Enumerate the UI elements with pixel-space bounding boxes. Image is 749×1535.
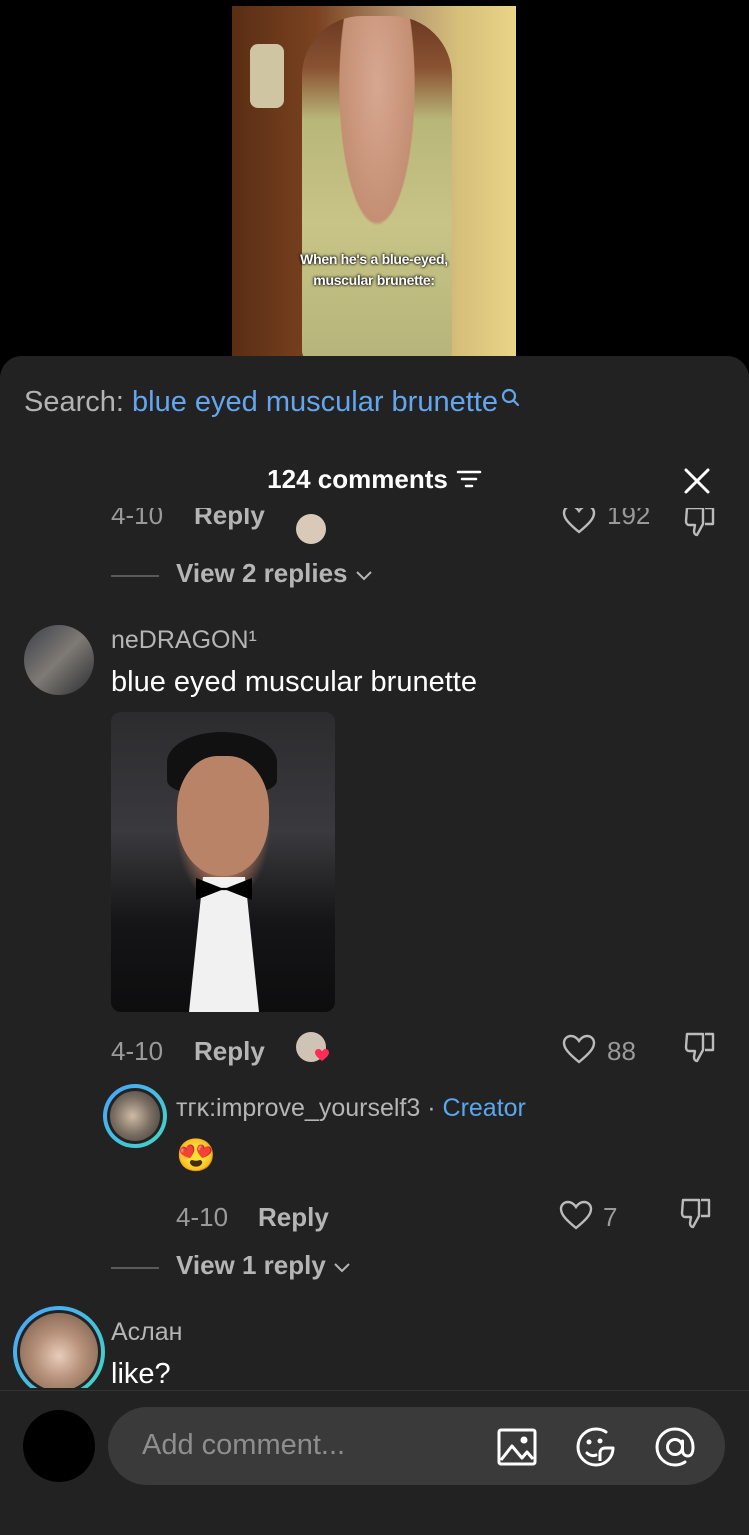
video-phone <box>250 44 284 108</box>
like-count: 7 <box>603 1202 618 1232</box>
heart-icon[interactable] <box>562 1034 596 1069</box>
comment-image[interactable] <box>111 712 335 1012</box>
filter-icon[interactable] <box>456 466 482 497</box>
view-replies-label: View 2 replies <box>176 558 348 588</box>
search-term[interactable]: blue eyed muscular brunette <box>132 386 498 418</box>
dislike-icon[interactable] <box>679 1196 715 1235</box>
chevron-down-icon <box>333 1250 351 1280</box>
comment-date: 4-10 <box>111 508 164 530</box>
like-count: 88 <box>607 1036 636 1066</box>
comment-text: like? <box>111 1358 171 1388</box>
video-caption: When he's a blue-eyed, muscular brunette… <box>300 251 448 288</box>
reply-button[interactable]: Reply <box>258 1202 329 1233</box>
my-avatar[interactable] <box>23 1410 95 1482</box>
heart-icon[interactable] <box>559 1200 593 1235</box>
replies-divider <box>111 1267 159 1269</box>
chevron-down-icon <box>355 558 373 588</box>
view-replies-button[interactable]: View 2 replies <box>176 558 373 589</box>
reply-text: 😍 <box>176 1137 216 1173</box>
video-person <box>302 16 452 356</box>
sticker-icon[interactable] <box>575 1426 617 1468</box>
creator-avatar[interactable] <box>103 1084 167 1148</box>
view-replies-button[interactable]: View 1 reply <box>176 1250 351 1281</box>
comment-text: blue eyed muscular brunette <box>111 666 477 698</box>
mention-icon[interactable] <box>654 1426 696 1468</box>
close-icon[interactable] <box>682 466 712 496</box>
reply-button[interactable]: Reply <box>194 1036 265 1067</box>
dislike-icon[interactable] <box>683 508 719 543</box>
search-icon[interactable] <box>500 384 522 417</box>
image-icon[interactable] <box>496 1426 538 1468</box>
reply-author[interactable]: ᴛᴦᴋ:improve_yourself3 · Creator <box>176 1094 526 1123</box>
creator-liked-badge <box>296 1032 329 1064</box>
avatar[interactable] <box>13 1306 105 1388</box>
comments-header: 124 comments <box>0 464 749 497</box>
creator-liked-avatar <box>296 514 326 544</box>
like-count: 192 <box>607 508 651 530</box>
comments-list[interactable]: 4-10 Reply 192 View 2 replies neDRAGON¹ … <box>0 508 749 1388</box>
avatar[interactable] <box>24 625 94 695</box>
comments-count: 124 comments <box>267 464 448 494</box>
video-thumbnail[interactable]: When he's a blue-eyed, muscular brunette… <box>232 6 516 356</box>
heart-icon[interactable] <box>562 508 596 539</box>
add-comment-field[interactable]: Add comment... <box>108 1407 725 1485</box>
comment-placeholder: Add comment... <box>142 1429 346 1461</box>
reply-button[interactable]: Reply <box>194 508 265 531</box>
search-suggestion[interactable]: Search: blue eyed muscular brunette <box>24 386 522 419</box>
photo-face <box>177 756 269 876</box>
comment-username[interactable]: neDRAGON¹ <box>111 626 257 655</box>
creator-badge: Creator <box>442 1094 526 1122</box>
reply-date: 4-10 <box>176 1202 229 1232</box>
search-prefix: Search: <box>24 386 124 418</box>
comment-username[interactable]: Аслан <box>111 1318 182 1347</box>
view-replies-label: View 1 reply <box>176 1250 326 1280</box>
comments-sheet: Search: blue eyed muscular brunette 124 … <box>0 356 749 1535</box>
separator-dot: · <box>427 1094 436 1122</box>
comment-date: 4-10 <box>111 1036 164 1066</box>
reply-username[interactable]: ᴛᴦᴋ:improve_yourself3 <box>176 1094 420 1122</box>
replies-divider <box>111 575 159 577</box>
dislike-icon[interactable] <box>683 1030 719 1069</box>
